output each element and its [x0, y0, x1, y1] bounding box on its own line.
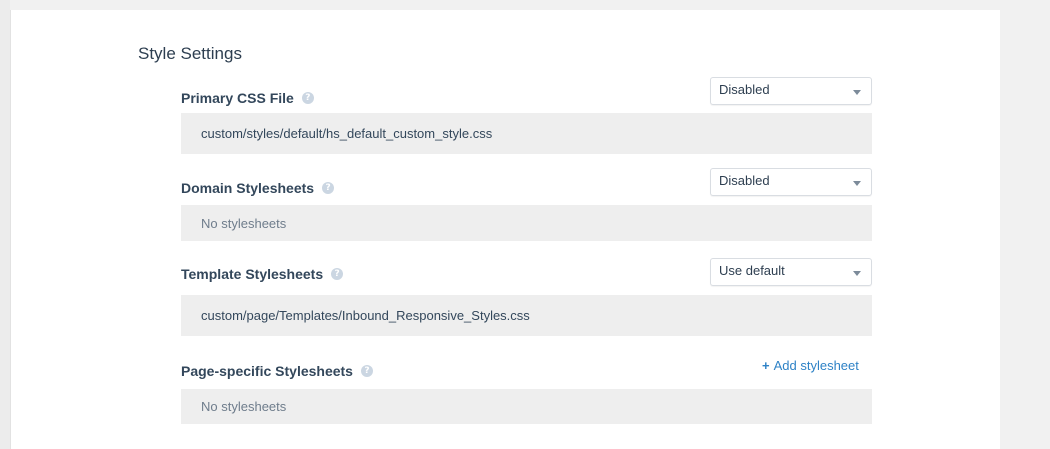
template-stylesheets-label: Template Stylesheets: [181, 266, 324, 282]
help-icon[interactable]: ?: [322, 182, 335, 194]
primary-css-dropdown[interactable]: Disabled: [710, 77, 872, 105]
primary-css-value: custom/styles/default/hs_default_custom_…: [181, 113, 872, 154]
domain-stylesheets-dropdown-value: Disabled: [719, 173, 770, 188]
help-icon[interactable]: ?: [331, 268, 344, 280]
plus-icon: +: [762, 358, 770, 373]
help-icon[interactable]: ?: [360, 365, 373, 377]
section-title: Style Settings: [138, 44, 242, 63]
template-stylesheets-dropdown-value: Use default: [719, 263, 785, 278]
template-stylesheets-label-group: Template Stylesheets ?: [181, 266, 344, 282]
chevron-down-icon: [853, 271, 861, 276]
add-stylesheet-label: Add stylesheet: [773, 358, 859, 373]
left-gutter: [0, 0, 10, 449]
domain-stylesheets-label-group: Domain Stylesheets ?: [181, 180, 335, 196]
page-specific-stylesheets-label: Page-specific Stylesheets: [181, 363, 353, 379]
domain-stylesheets-value: No stylesheets: [181, 205, 872, 241]
template-stylesheets-dropdown[interactable]: Use default: [710, 258, 872, 286]
primary-css-label-group: Primary CSS File ?: [181, 90, 314, 106]
page-specific-stylesheets-value: No stylesheets: [181, 389, 872, 424]
primary-css-label: Primary CSS File: [181, 90, 294, 106]
chevron-down-icon: [853, 181, 861, 186]
page-specific-stylesheets-label-group: Page-specific Stylesheets ?: [181, 363, 373, 379]
help-icon[interactable]: ?: [301, 92, 314, 104]
template-stylesheets-value: custom/page/Templates/Inbound_Responsive…: [181, 295, 872, 336]
domain-stylesheets-dropdown[interactable]: Disabled: [710, 168, 872, 196]
domain-stylesheets-label: Domain Stylesheets: [181, 180, 315, 196]
chevron-down-icon: [853, 90, 861, 95]
add-stylesheet-link[interactable]: + Add stylesheet: [762, 358, 859, 373]
right-gutter: [1000, 10, 1050, 449]
primary-css-dropdown-value: Disabled: [719, 82, 770, 97]
